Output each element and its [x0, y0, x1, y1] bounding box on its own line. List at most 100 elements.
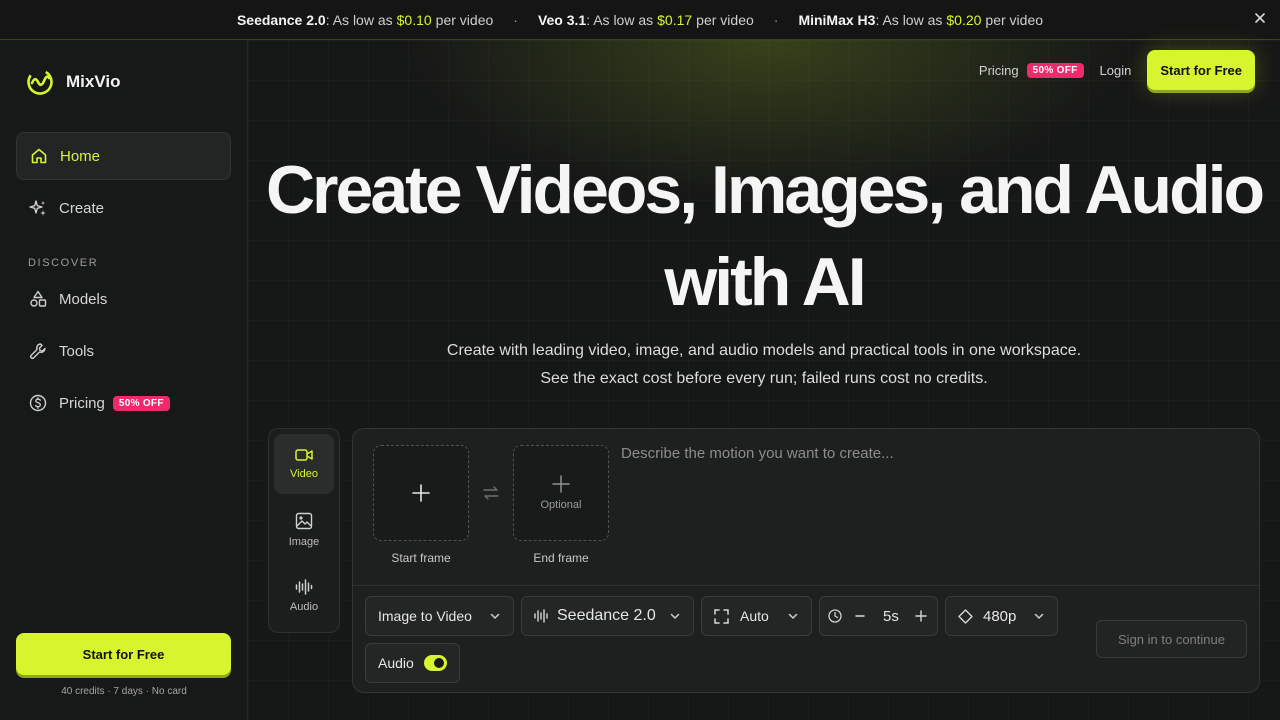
sign-in-button[interactable]: Sign in to continue [1096, 620, 1247, 658]
chevron-down-icon [490, 613, 500, 619]
sidebar-item-label: Home [60, 147, 101, 165]
divider [353, 585, 1259, 586]
resolution-select[interactable]: 480p [945, 596, 1058, 636]
sidebar-item-home[interactable]: Home [16, 132, 231, 180]
aspect-ratio-value: Auto [740, 608, 769, 624]
promo-text: : As low as [586, 11, 654, 28]
start-free-button[interactable]: Start for Free [1147, 50, 1255, 90]
promo-text: per video [435, 11, 494, 28]
sidebar-item-tools[interactable]: Tools [16, 327, 231, 375]
top-nav: Pricing 50% OFF Login Start for Free [979, 50, 1255, 90]
video-icon [295, 449, 313, 461]
promo-minimax: MiniMax H3 : As low as $0.20 per video [798, 12, 1043, 28]
clock-icon [828, 609, 842, 623]
hero-title-line: Create Videos, Images, and Audio [265, 152, 1265, 228]
start-frame-upload[interactable] [373, 445, 469, 541]
dollar-icon [28, 393, 48, 413]
audio-wave-icon [534, 609, 548, 623]
audio-switch[interactable] [423, 655, 447, 671]
promo-text: : As low as [325, 11, 393, 28]
hero-subtitle: Create with leading video, image, and au… [248, 337, 1280, 393]
home-icon [29, 146, 49, 166]
brand-name: MixVio [66, 72, 121, 91]
swap-icon[interactable] [481, 483, 501, 503]
sparkles-icon [28, 198, 48, 218]
chevron-down-icon [1034, 613, 1044, 619]
hero-subtitle-line: Create with leading video, image, and au… [446, 342, 1082, 359]
mode-label: Image [288, 536, 320, 548]
pricing-link[interactable]: Pricing 50% OFF [978, 62, 1084, 78]
pricing-label: Pricing [978, 62, 1019, 78]
generation-mode-select[interactable]: Image to Video [365, 596, 514, 636]
minus-icon[interactable] [854, 610, 866, 622]
close-icon[interactable] [1252, 10, 1268, 26]
mode-label: Audio [289, 601, 319, 613]
end-frame-upload[interactable]: Optional [513, 445, 609, 541]
plus-icon [412, 484, 430, 502]
main-content: Pricing 50% OFF Login Start for Free Cre… [248, 40, 1280, 720]
promo-seedance: Seedance 2.0 : As low as $0.10 per video [237, 12, 493, 28]
mode-image[interactable]: Image [274, 500, 334, 560]
mode-label: Video [290, 468, 318, 480]
promo-text: per video [696, 11, 754, 28]
shapes-icon [28, 289, 48, 309]
promo-model: Veo 3.1 [537, 11, 587, 28]
start-frame-label: Start frame [391, 551, 451, 565]
model-value: Seedance 2.0 [557, 607, 656, 624]
sidebar-item-label: Create [59, 199, 105, 217]
hero-title-line: with AI [664, 244, 866, 320]
audio-wave-icon [295, 579, 313, 595]
optional-label: Optional [540, 499, 582, 511]
wrench-icon [28, 341, 48, 361]
discount-badge: 50% OFF [1026, 62, 1084, 78]
end-frame-label: End frame [533, 551, 589, 565]
promo-text: per video [985, 11, 1044, 28]
fullscreen-icon [714, 608, 729, 624]
logo[interactable]: MixVio [26, 68, 120, 96]
sidebar-item-label: Pricing [59, 394, 105, 412]
promo-price: $0.10 [396, 11, 432, 28]
model-select[interactable]: Seedance 2.0 [521, 596, 694, 636]
chevron-down-icon [788, 613, 798, 619]
promo-price: $0.20 [946, 11, 982, 28]
plus-icon [552, 475, 570, 493]
resolution-value: 480p [983, 607, 1017, 625]
separator: · [513, 11, 518, 28]
plus-icon[interactable] [915, 610, 927, 622]
prompt-input[interactable] [621, 445, 1241, 565]
trial-note: 40 credits · 7 days · No card [61, 686, 187, 697]
discount-badge: 50% OFF [112, 395, 170, 411]
separator: · [773, 11, 779, 28]
section-label-discover: DISCOVER [28, 257, 99, 269]
promo-banner: Seedance 2.0 : As low as $0.10 per video… [0, 0, 1280, 40]
promo-model: MiniMax H3 [798, 11, 876, 28]
duration-stepper: 5s [819, 596, 938, 636]
generation-mode-value: Image to Video [378, 608, 472, 624]
image-icon [295, 512, 313, 530]
sidebar-item-label: Tools [59, 342, 95, 360]
sidebar-item-models[interactable]: Models [16, 275, 231, 323]
start-free-button[interactable]: Start for Free [16, 633, 231, 675]
audio-toggle[interactable]: Audio [365, 643, 460, 683]
hero-title: Create Videos, Images, and Audio with AI [248, 144, 1280, 328]
promo-text: : As low as [875, 11, 943, 28]
promo-veo: Veo 3.1 : As low as $0.17 per video [538, 12, 754, 28]
chevron-down-icon [670, 613, 680, 619]
promo-model: Seedance 2.0 [236, 11, 326, 28]
sidebar-item-label: Models [59, 290, 108, 308]
duration-value: 5s [883, 607, 899, 625]
mode-audio[interactable]: Audio [274, 566, 334, 626]
promo-price: $0.17 [657, 11, 693, 28]
mode-video[interactable]: Video [274, 434, 334, 494]
diamond-icon [958, 608, 973, 624]
sidebar: MixVio Home Create DISCOVER Models Tools… [0, 40, 248, 720]
sidebar-item-create[interactable]: Create [16, 184, 231, 232]
sidebar-item-pricing[interactable]: Pricing 50% OFF [16, 379, 231, 427]
aspect-ratio-select[interactable]: Auto [701, 596, 812, 636]
composer-panel: Start frame Optional End frame Image to … [352, 428, 1260, 693]
login-link[interactable]: Login [1100, 63, 1132, 78]
mixvio-logo-icon [27, 69, 53, 95]
mode-switcher: Video Image Audio [268, 428, 340, 633]
hero-subtitle-line: See the exact cost before every run; fai… [540, 370, 988, 387]
audio-label: Audio [378, 655, 414, 671]
